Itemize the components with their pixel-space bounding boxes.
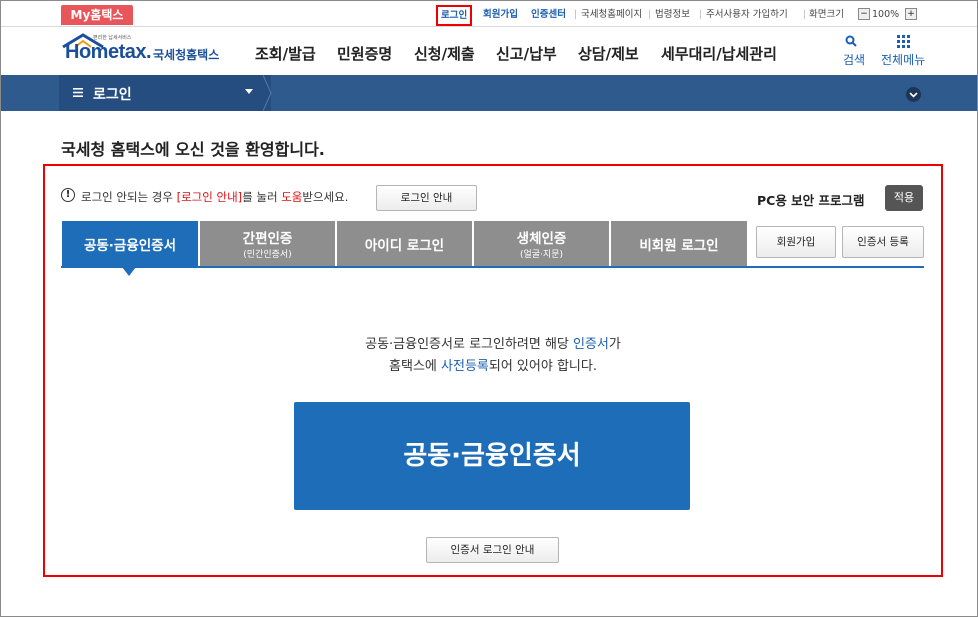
desc-line-2: 홈택스에 사전등록되어 있어야 합니다. [301, 356, 685, 378]
breadcrumb[interactable] [59, 75, 271, 111]
grid-menu-icon[interactable] [897, 35, 910, 48]
hometax-logo[interactable]: Hometax. [65, 41, 152, 64]
tab-label: 비회원 로그인 [639, 238, 719, 254]
tab-id-login[interactable]: 아이디 로그인 [337, 221, 472, 267]
logo-tagline: 편리한 납세서비스 [93, 35, 132, 41]
nts-home-link[interactable]: 국세청홈페이지 [581, 8, 642, 22]
divider: | [699, 9, 703, 20]
tab-simple-auth[interactable]: 간편인증 (민간인증서) [200, 221, 335, 267]
cmd-user-link[interactable]: 주서사용자 가입하기 [706, 8, 788, 22]
nav-civil-cert[interactable]: 민원증명 [337, 43, 392, 64]
desc2c: 되어 있어야 합니다. [488, 359, 597, 374]
breadcrumb-label: 로그인 [93, 87, 132, 103]
nav-report-pay[interactable]: 신고/납부 [496, 43, 557, 64]
info-text-b: [로그인 안내] [176, 190, 243, 204]
exclamation-icon: ! [61, 188, 75, 202]
desc2b: 사전등록 [441, 359, 489, 374]
nav-tax-agent[interactable]: 세무대리/납세관리 [661, 43, 777, 64]
desc1b: 인증서 [573, 337, 609, 352]
desc2a: 홈택스에 [389, 359, 442, 374]
info-text-e: 받으세요. [302, 190, 349, 204]
tab-underline [61, 266, 924, 268]
zoom-in-button[interactable]: + [905, 8, 917, 20]
nav-consult[interactable]: 상담/제보 [578, 43, 639, 64]
search-icon[interactable] [845, 35, 858, 48]
divider: | [648, 9, 652, 20]
zoom-out-button[interactable]: − [858, 8, 870, 20]
cert-login-description: 공동·금융인증서로 로그인하려면 해당 인증서가 홈택스에 사전등록되어 있어야… [301, 334, 685, 378]
info-text-c: 를 눌러 [242, 190, 282, 204]
divider: | [574, 9, 578, 20]
all-menu-button[interactable]: 전체메뉴 [881, 51, 925, 68]
tab-sublabel: (얼굴·지문) [519, 250, 563, 260]
my-hometax-tab[interactable]: My홈택스 [61, 5, 133, 25]
info-text-a: 로그인 안되는 경우 [81, 190, 177, 204]
tab-joint-cert[interactable]: 공동·금융인증서 [62, 221, 198, 267]
tab-sublabel: (민간인증서) [243, 250, 292, 260]
expand-circle-icon[interactable] [906, 87, 921, 102]
hamburger-icon [73, 88, 83, 97]
login-link[interactable]: 로그인 [436, 5, 473, 26]
divider: | [803, 9, 807, 20]
search-button[interactable]: 검색 [843, 51, 865, 68]
login-guide-button[interactable]: 로그인 안내 [376, 185, 477, 211]
chevron-down-icon[interactable] [245, 89, 253, 94]
active-tab-pointer [122, 267, 136, 276]
tab-label: 간편인증 [242, 231, 293, 247]
apply-button[interactable]: 적용 [885, 185, 923, 211]
tab-guest-login[interactable]: 비회원 로그인 [611, 221, 747, 267]
desc1c: 가 [608, 337, 621, 352]
zoom-value: 100% [872, 9, 900, 20]
breadcrumb-arrow-icon [263, 75, 272, 111]
tab-label: 공동·금융인증서 [83, 238, 177, 254]
law-info-link[interactable]: 법령정보 [655, 8, 690, 22]
info-text-d: 도움 [281, 190, 303, 204]
tab-biometric[interactable]: 생체인증 (얼굴·지문) [474, 221, 609, 267]
tab-label: 생체인증 [516, 231, 567, 247]
hometax-logo-kr[interactable]: 국세청홈택스 [153, 46, 219, 63]
nav-inquiry[interactable]: 조회/발급 [255, 43, 316, 64]
desc-line-1: 공동·금융인증서로 로그인하려면 해당 인증서가 [301, 334, 685, 356]
cert-login-guide-button[interactable]: 인증서 로그인 안내 [426, 537, 559, 563]
screen-size-label: 화면크기 [809, 9, 844, 20]
cert-center-link[interactable]: 인증센터 [531, 8, 566, 22]
page-title: 국세청 홈택스에 오신 것을 환영합니다. [61, 140, 325, 159]
nav-apply[interactable]: 신청/제출 [414, 43, 475, 64]
pc-security-label: PC용 보안 프로그램 [757, 193, 865, 208]
desc1a: 공동·금융인증서로 로그인하려면 해당 [365, 337, 574, 352]
tab-label: 아이디 로그인 [364, 238, 445, 254]
login-help-text: 로그인 안되는 경우 [로그인 안내]를 눌러 도움받으세요. [81, 189, 348, 205]
signup-button[interactable]: 회원가입 [756, 226, 836, 258]
joint-cert-login-button[interactable]: 공동·금융인증서 [294, 402, 690, 510]
signup-link[interactable]: 회원가입 [483, 8, 518, 22]
cert-register-button[interactable]: 인증서 등록 [842, 226, 924, 258]
